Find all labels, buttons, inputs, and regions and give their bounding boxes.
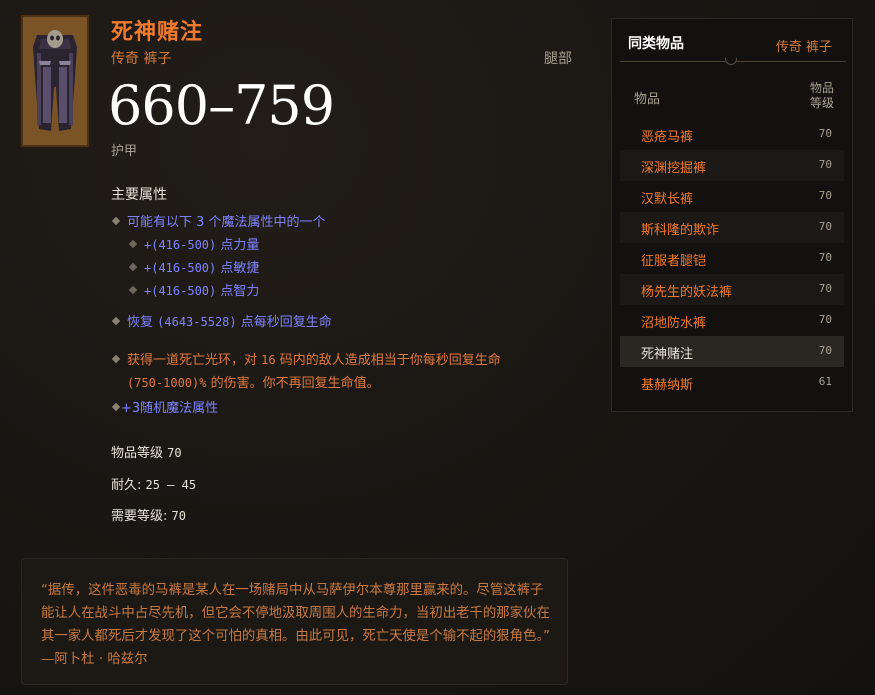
similar-item-level: 70 xyxy=(818,127,832,140)
durability-stat: 耐久: 25 – 45 xyxy=(111,474,196,493)
required-level-stat: 需要等级: 70 xyxy=(111,505,186,524)
random-magic-text: +3随机魔法属性 xyxy=(121,401,219,416)
similar-item-level: 70 xyxy=(818,189,832,202)
similar-item-row-current[interactable]: 死神赌注 70 xyxy=(620,336,844,367)
durability-value: 25 – 45 xyxy=(145,478,197,492)
panel-subtitle[interactable]: 传奇 裤子 xyxy=(776,36,832,55)
column-header-level: 物品 等级 xyxy=(804,81,840,111)
affix-range: +(416-500) xyxy=(144,261,217,275)
flavor-text-box: “据传，这件恶毒的马裤是某人在一场赌局中从马萨伊尔本尊那里赢来的。尽管这裤子能让… xyxy=(21,558,568,685)
random-affix-header: 可能有以下 3 个魔法属性中的一个 xyxy=(111,211,326,230)
diamond-bullet-icon xyxy=(111,354,121,363)
regen-prefix: 恢复 xyxy=(127,315,154,330)
similar-item-level: 70 xyxy=(818,313,832,326)
durability-label: 耐久: xyxy=(111,478,142,493)
legendary-percent: (750-1000)% xyxy=(127,376,207,390)
similar-item-row[interactable]: 沼地防水裤 70 xyxy=(620,305,844,336)
affix-range: +(416-500) xyxy=(144,238,217,252)
similar-item-level: 70 xyxy=(818,282,832,295)
regen-suffix: 点每秒回复生命 xyxy=(240,315,332,330)
similar-item-level: 61 xyxy=(818,375,832,388)
panel-title: 同类物品 xyxy=(628,36,684,52)
similar-item-row[interactable]: 斯科隆的欺诈 70 xyxy=(620,212,844,243)
similar-item-name[interactable]: 沼地防水裤 xyxy=(641,312,706,331)
item-title: 死神赌注 xyxy=(111,20,204,45)
affix-stat: 点智力 xyxy=(220,284,260,299)
similar-item-row[interactable]: 汉默长裤 70 xyxy=(620,181,844,212)
flavor-text: “据传，这件恶毒的马裤是某人在一场赌局中从马萨伊尔本尊那里赢来的。尽管这裤子能让… xyxy=(41,583,551,667)
primary-attributes-header: 主要属性 xyxy=(111,187,167,203)
item-level-label: 物品等级 xyxy=(111,446,164,461)
similar-item-name[interactable]: 深渊挖掘裤 xyxy=(641,157,706,176)
item-subtype: 传奇 裤子 xyxy=(111,51,172,67)
similar-item-row[interactable]: 基赫纳斯 61 xyxy=(620,367,844,398)
required-level-value: 70 xyxy=(171,509,186,523)
similar-item-row[interactable]: 征服者腿铠 70 xyxy=(620,243,844,274)
legendary-power: 获得一道死亡光环，对 16 码内的敌人造成相当于你每秒回复生命 (750-100… xyxy=(111,349,551,395)
armor-label: 护甲 xyxy=(111,144,138,159)
similar-items-list: 恶疮马裤 70 深渊挖掘裤 70 汉默长裤 70 斯科隆的欺诈 70 征服者腿铠 70 杨… xyxy=(620,119,844,398)
diamond-bullet-icon xyxy=(128,285,138,294)
legendary-text-b: 码内的敌人造成相当于你每秒回复生命 xyxy=(279,353,501,368)
column-header-item: 物品 xyxy=(634,92,661,107)
similar-item-level: 70 xyxy=(818,251,832,264)
affix-range: +(416-500) xyxy=(144,284,217,298)
legendary-text-a: 获得一道死亡光环，对 xyxy=(127,353,258,368)
legendary-text-c: 的伤害。你不再回复生命值。 xyxy=(210,376,380,391)
life-regen-property: 恢复 (4643-5528) 点每秒回复生命 xyxy=(111,311,332,330)
item-level-stat: 物品等级 70 xyxy=(111,442,182,461)
column-header-level-line2: 等级 xyxy=(809,96,834,110)
similar-item-name[interactable]: 杨先生的妖法裤 xyxy=(641,281,732,300)
legendary-line-2: (750-1000)% 的伤害。你不再回复生命值。 xyxy=(111,372,551,395)
item-level-value: 70 xyxy=(167,446,182,460)
similar-item-level: 70 xyxy=(818,344,832,357)
legendary-line-1: 获得一道死亡光环，对 16 码内的敌人造成相当于你每秒回复生命 xyxy=(111,349,551,372)
similar-items-panel: 同类物品 传奇 裤子 物品 物品 等级 恶疮马裤 70 深渊挖掘裤 70 汉默长裤 7… xyxy=(611,18,853,412)
legendary-pants-icon xyxy=(23,17,87,145)
similar-item-name[interactable]: 基赫纳斯 xyxy=(641,374,693,393)
similar-item-level: 70 xyxy=(818,158,832,171)
diamond-bullet-icon xyxy=(111,316,121,325)
similar-item-row[interactable]: 恶疮马裤 70 xyxy=(620,119,844,150)
regen-range: (4643-5528) xyxy=(157,315,237,329)
affix-stat: 点力量 xyxy=(220,238,260,253)
similar-item-name[interactable]: 征服者腿铠 xyxy=(641,250,706,269)
random-magic-property: +3随机魔法属性 xyxy=(111,397,219,416)
similar-item-name[interactable]: 死神赌注 xyxy=(641,343,693,362)
diamond-bullet-icon xyxy=(128,239,138,248)
column-header-level-line1: 物品 xyxy=(809,81,834,95)
diamond-bullet-icon xyxy=(111,402,121,411)
item-slot: 腿部 xyxy=(544,51,572,67)
affix-stat: 点敏捷 xyxy=(220,261,260,276)
similar-item-name[interactable]: 斯科隆的欺诈 xyxy=(641,219,719,238)
legendary-radius: 16 xyxy=(261,353,276,367)
random-affix-option: +(416-500) 点敏捷 xyxy=(128,257,260,276)
diamond-bullet-icon xyxy=(111,216,121,225)
diamond-bullet-icon xyxy=(128,262,138,271)
random-affix-text: 可能有以下 3 个魔法属性中的一个 xyxy=(127,215,326,230)
similar-item-row[interactable]: 深渊挖掘裤 70 xyxy=(620,150,844,181)
similar-item-row[interactable]: 杨先生的妖法裤 70 xyxy=(620,274,844,305)
similar-item-level: 70 xyxy=(818,220,832,233)
random-affix-option: +(416-500) 点力量 xyxy=(128,234,260,253)
similar-item-name[interactable]: 恶疮马裤 xyxy=(641,126,693,145)
armor-value: 660–759 xyxy=(108,74,335,137)
similar-item-name[interactable]: 汉默长裤 xyxy=(641,188,693,207)
required-level-label: 需要等级: xyxy=(111,509,168,524)
item-thumbnail xyxy=(21,15,89,147)
divider-ornament-icon xyxy=(725,58,737,65)
random-affix-option: +(416-500) 点智力 xyxy=(128,280,260,299)
